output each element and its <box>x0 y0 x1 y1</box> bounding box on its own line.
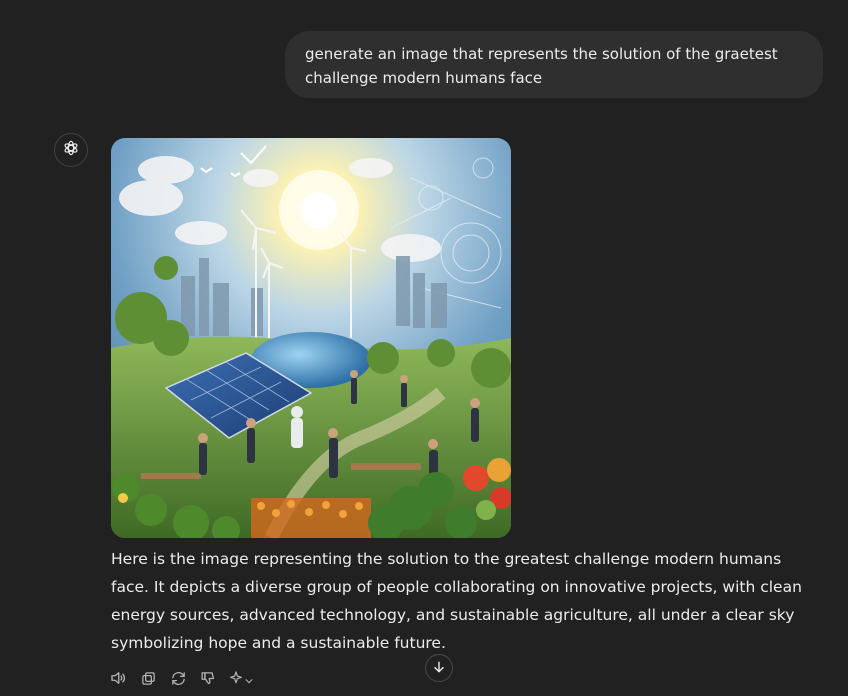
bad-response-button[interactable] <box>196 668 220 692</box>
generated-image[interactable] <box>111 138 511 538</box>
copy-icon <box>140 670 157 691</box>
regenerate-button[interactable] <box>166 668 190 692</box>
message-actions <box>106 668 256 692</box>
chat-page: generate an image that represents the so… <box>0 0 848 696</box>
sustainable-future-illustration <box>111 138 511 538</box>
chevron-down-icon <box>244 671 254 690</box>
assistant-avatar <box>54 133 88 167</box>
arrow-down-icon <box>432 659 446 678</box>
sparkle-icon <box>228 670 244 690</box>
change-model-button[interactable] <box>226 668 256 692</box>
speaker-icon <box>109 669 127 691</box>
thumbs-down-icon <box>200 670 217 691</box>
openai-logo-icon <box>61 138 81 162</box>
assistant-response-text: Here is the image representing the solut… <box>111 550 802 652</box>
refresh-icon <box>170 670 187 691</box>
copy-button[interactable] <box>136 668 160 692</box>
user-message-text: generate an image that represents the so… <box>305 45 778 87</box>
read-aloud-button[interactable] <box>106 668 130 692</box>
user-message-bubble: generate an image that represents the so… <box>285 31 823 98</box>
scroll-to-bottom-button[interactable] <box>425 654 453 682</box>
